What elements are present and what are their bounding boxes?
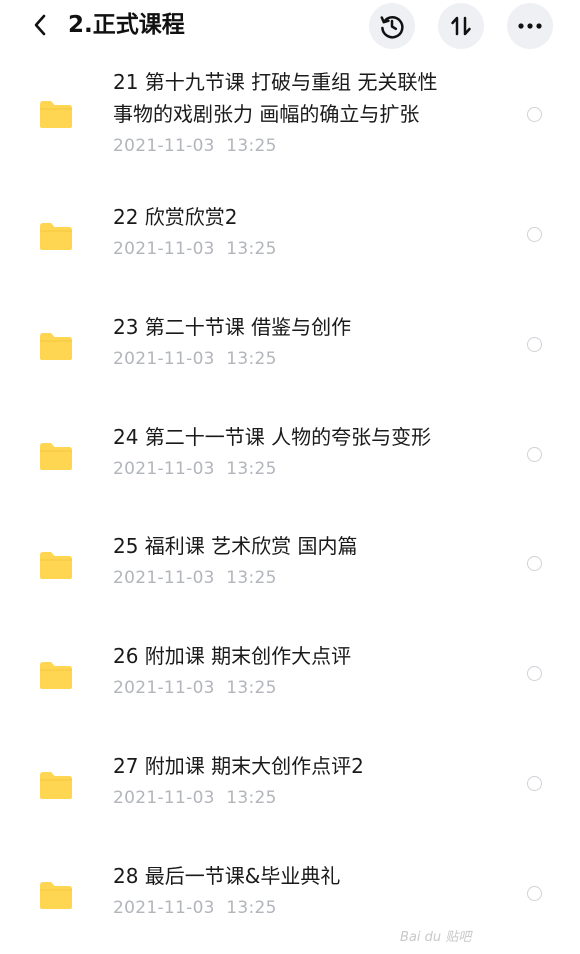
file-date: 2021-11-03 xyxy=(113,788,215,808)
file-name: 24 第二十一节课 人物的夸张与变形 xyxy=(113,425,432,449)
top-bar: 2.正式课程 xyxy=(0,0,580,52)
file-timestamp: 2021-11-03 13:25 xyxy=(113,134,493,158)
file-name: 26 附加课 期末创作大点评 xyxy=(113,644,352,668)
select-radio[interactable] xyxy=(527,556,542,571)
file-info: 23 第二十节课 借鉴与创作 2021-11-03 13:25 xyxy=(113,311,493,371)
folder-icon xyxy=(40,662,72,689)
file-date: 2021-11-03 xyxy=(113,136,215,156)
folder-icon xyxy=(40,333,72,360)
file-date: 2021-11-03 xyxy=(113,459,215,479)
file-name: 23 第二十节课 借鉴与创作 xyxy=(113,315,352,339)
folder-icon xyxy=(40,223,72,250)
file-name: 21 第十九节课 打破与重组 无关联性 xyxy=(113,70,438,94)
file-row[interactable]: 21 第十九节课 打破与重组 无关联性 事物的戏剧张力 画幅的确立与扩张 202… xyxy=(0,60,580,170)
more-button[interactable] xyxy=(507,3,553,49)
select-radio[interactable] xyxy=(527,886,542,901)
file-name: 25 福利课 艺术欣赏 国内篇 xyxy=(113,534,358,558)
sort-icon xyxy=(451,16,471,36)
file-date: 2021-11-03 xyxy=(113,349,215,369)
back-button[interactable] xyxy=(26,10,54,40)
file-timestamp: 2021-11-03 13:25 xyxy=(113,566,493,590)
select-radio[interactable] xyxy=(527,447,542,462)
file-row[interactable]: 25 福利课 艺术欣赏 国内篇 2021-11-03 13:25 xyxy=(0,530,580,606)
file-name: 28 最后一节课&毕业典礼 xyxy=(113,864,341,888)
file-name: 22 欣赏欣赏2 xyxy=(113,205,238,229)
file-name: 事物的戏剧张力 画幅的确立与扩张 xyxy=(113,102,420,126)
file-timestamp: 2021-11-03 13:25 xyxy=(113,457,493,481)
file-info: 26 附加课 期末创作大点评 2021-11-03 13:25 xyxy=(113,640,493,700)
file-time: 13:25 xyxy=(226,788,277,808)
file-time: 13:25 xyxy=(226,459,277,479)
file-date: 2021-11-03 xyxy=(113,568,215,588)
file-info: 21 第十九节课 打破与重组 无关联性 事物的戏剧张力 画幅的确立与扩张 202… xyxy=(113,66,493,158)
page-title: 2.正式课程 xyxy=(68,12,185,38)
file-info: 24 第二十一节课 人物的夸张与变形 2021-11-03 13:25 xyxy=(113,421,493,481)
file-time: 13:25 xyxy=(226,898,277,918)
file-date: 2021-11-03 xyxy=(113,898,215,918)
folder-icon xyxy=(40,772,72,799)
file-timestamp: 2021-11-03 13:25 xyxy=(113,347,493,371)
folder-icon xyxy=(40,552,72,579)
file-info: 27 附加课 期末大创作点评2 2021-11-03 13:25 xyxy=(113,750,493,810)
file-timestamp: 2021-11-03 13:25 xyxy=(113,237,493,261)
history-icon xyxy=(380,16,404,39)
file-row[interactable]: 24 第二十一节课 人物的夸张与变形 2021-11-03 13:25 xyxy=(0,421,580,497)
file-row[interactable]: 26 附加课 期末创作大点评 2021-11-03 13:25 xyxy=(0,640,580,716)
select-radio[interactable] xyxy=(527,107,542,122)
select-radio[interactable] xyxy=(527,227,542,242)
select-radio[interactable] xyxy=(527,666,542,681)
file-date: 2021-11-03 xyxy=(113,678,215,698)
file-row[interactable]: 23 第二十节课 借鉴与创作 2021-11-03 13:25 xyxy=(0,311,580,387)
file-time: 13:25 xyxy=(226,136,277,156)
file-info: 28 最后一节课&毕业典礼 2021-11-03 13:25 xyxy=(113,860,493,920)
file-row[interactable]: 22 欣赏欣赏2 2021-11-03 13:25 xyxy=(0,201,580,277)
file-time: 13:25 xyxy=(226,568,277,588)
file-date: 2021-11-03 xyxy=(113,239,215,259)
chevron-left-icon xyxy=(34,14,46,36)
folder-icon xyxy=(40,443,72,470)
file-info: 22 欣赏欣赏2 2021-11-03 13:25 xyxy=(113,201,493,261)
file-name: 27 附加课 期末大创作点评2 xyxy=(113,754,364,778)
baidu-watermark: Bai du 贴吧 xyxy=(400,930,472,945)
sort-button[interactable] xyxy=(438,3,484,49)
folder-icon xyxy=(40,101,72,128)
file-row[interactable]: 28 最后一节课&毕业典礼 2021-11-03 13:25 xyxy=(0,860,580,936)
history-button[interactable] xyxy=(369,3,415,49)
file-time: 13:25 xyxy=(226,678,277,698)
file-row[interactable]: 27 附加课 期末大创作点评2 2021-11-03 13:25 xyxy=(0,750,580,826)
file-timestamp: 2021-11-03 13:25 xyxy=(113,676,493,700)
file-info: 25 福利课 艺术欣赏 国内篇 2021-11-03 13:25 xyxy=(113,530,493,590)
file-timestamp: 2021-11-03 13:25 xyxy=(113,786,493,810)
select-radio[interactable] xyxy=(527,337,542,352)
folder-icon xyxy=(40,882,72,909)
more-horizontal-icon xyxy=(518,23,542,29)
file-time: 13:25 xyxy=(226,349,277,369)
file-time: 13:25 xyxy=(226,239,277,259)
file-timestamp: 2021-11-03 13:25 xyxy=(113,896,493,920)
select-radio[interactable] xyxy=(527,776,542,791)
